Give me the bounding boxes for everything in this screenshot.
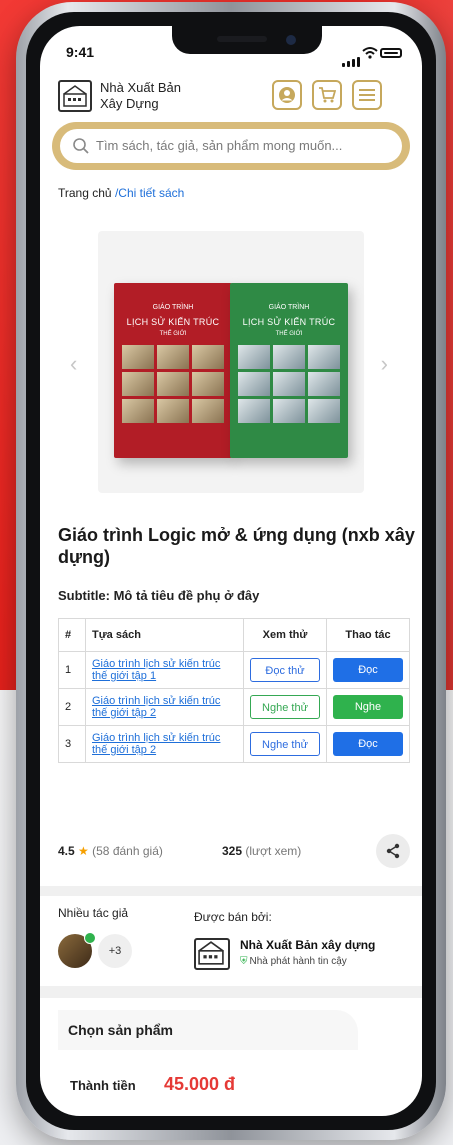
book-green-photos bbox=[238, 345, 340, 423]
more-authors-button[interactable]: +3 bbox=[98, 934, 132, 968]
app-header: Nhà Xuất Bản Xây Dựng bbox=[40, 74, 422, 118]
book-link[interactable]: Giáo trình lịch sử kiến trúc thế giới tậ… bbox=[92, 732, 220, 756]
chevron-right-icon[interactable]: › bbox=[381, 351, 388, 377]
shield-check-icon: ⛨ bbox=[240, 956, 248, 967]
verified-check-icon bbox=[84, 932, 96, 944]
status-bar: 9:41 bbox=[66, 44, 402, 67]
table-header-row: # Tựa sách Xem thử Thao tác bbox=[58, 618, 410, 652]
wifi-icon bbox=[362, 47, 378, 59]
section-divider bbox=[40, 886, 422, 896]
review-count[interactable]: (58 đánh giá) bbox=[92, 844, 163, 858]
phone-bezel: 9:41 Nhà Xuất Bản Xây Dựng Tìm sách, tác… bbox=[26, 12, 436, 1130]
listen-button[interactable]: Nghe bbox=[333, 695, 403, 719]
brand-line-1: Nhà Xuất Bản bbox=[100, 80, 181, 95]
book-cover-red[interactable]: GIÁO TRÌNH LỊCH SỬ KIẾN TRÚC THẾ GIỚI bbox=[114, 283, 232, 458]
table-row: 3 Giáo trình lịch sử kiến trúc thế giới … bbox=[58, 725, 410, 763]
battery-icon bbox=[380, 48, 402, 58]
rating-value: 4.5 bbox=[58, 844, 75, 858]
status-time: 9:41 bbox=[66, 44, 95, 60]
book-green-line-2: LỊCH SỬ KIẾN TRÚC bbox=[242, 317, 336, 327]
menu-button[interactable] bbox=[352, 80, 382, 110]
book-green-line-1: GIÁO TRÌNH bbox=[268, 304, 310, 311]
cart-icon bbox=[319, 87, 336, 103]
seller-logo-icon[interactable] bbox=[194, 938, 230, 970]
phone-screen: 9:41 Nhà Xuất Bản Xây Dựng Tìm sách, tác… bbox=[40, 26, 422, 1116]
view-count: 325 bbox=[222, 844, 243, 858]
search-icon bbox=[73, 138, 89, 154]
section-divider bbox=[40, 986, 422, 998]
row-num: 3 bbox=[58, 725, 86, 763]
product-subtitle: Subtitle: Mô tả tiêu đề phụ ở đây bbox=[58, 588, 260, 603]
menu-icon bbox=[359, 89, 375, 101]
search-placeholder: Tìm sách, tác giả, sản phẩm mong muốn... bbox=[96, 138, 343, 153]
brand-line-2: Xây Dựng bbox=[100, 96, 159, 111]
row-num: 1 bbox=[58, 651, 86, 689]
book-cover-green[interactable]: GIÁO TRÌNH LỊCH SỬ KIẾN TRÚC THẾ GIỚI bbox=[230, 283, 348, 458]
search-input[interactable]: Tìm sách, tác giả, sản phẩm mong muốn... bbox=[60, 129, 402, 163]
trusted-badge-label: Nhà phát hành tin cậy bbox=[249, 956, 347, 967]
read-preview-button[interactable]: Đọc thử bbox=[250, 658, 320, 682]
book-red-line-3: THẾ GIỚI bbox=[159, 331, 187, 337]
speaker-grille bbox=[217, 36, 267, 42]
table-header-preview: Xem thử bbox=[243, 618, 327, 652]
seller-label: Được bán bởi: bbox=[194, 910, 272, 924]
read-button[interactable]: Đọc bbox=[333, 732, 403, 756]
cart-button[interactable] bbox=[312, 80, 342, 110]
book-volumes-table: # Tựa sách Xem thử Thao tác 1 Giáo trình… bbox=[58, 618, 410, 763]
book-link[interactable]: Giáo trình lịch sử kiến trúc thế giới tậ… bbox=[92, 695, 220, 719]
share-icon bbox=[386, 843, 400, 859]
table-header-num: # bbox=[58, 618, 86, 652]
breadcrumb-home[interactable]: Trang chủ bbox=[58, 186, 112, 200]
view-label: (lượt xem) bbox=[245, 844, 302, 858]
chevron-left-icon[interactable]: ‹ bbox=[70, 351, 77, 377]
trusted-badge: ⛨ Nhà phát hành tin cậy bbox=[240, 956, 347, 967]
seller-name[interactable]: Nhà Xuất Bản xây dựng bbox=[240, 938, 375, 952]
authors-label: Nhiều tác giả bbox=[58, 906, 129, 920]
row-num: 2 bbox=[58, 688, 86, 726]
signal-icon bbox=[342, 49, 362, 67]
rating-summary: 4.5 ★ (58 đánh giá) bbox=[58, 844, 163, 858]
share-button[interactable] bbox=[376, 834, 410, 868]
book-red-line-2: LỊCH SỬ KIẾN TRÚC bbox=[126, 317, 220, 327]
book-link[interactable]: Giáo trình lịch sử kiến trúc thế giới tậ… bbox=[92, 658, 220, 682]
book-red-photos bbox=[122, 345, 224, 423]
book-green-line-3: THẾ GIỚI bbox=[275, 331, 303, 337]
brand-name[interactable]: Nhà Xuất Bản Xây Dựng bbox=[100, 80, 181, 112]
search-bar: Tìm sách, tác giả, sản phẩm mong muốn... bbox=[52, 122, 410, 170]
choose-product-label: Chọn sản phẩm bbox=[68, 1022, 174, 1038]
breadcrumb: Trang chủ /Chi tiết sách bbox=[58, 186, 184, 200]
total-label: Thành tiền bbox=[70, 1078, 136, 1093]
status-icons bbox=[342, 46, 402, 67]
account-button[interactable] bbox=[272, 80, 302, 110]
view-summary: 325 (lượt xem) bbox=[222, 844, 301, 858]
total-price: 45.000 đ bbox=[164, 1074, 236, 1094]
product-gallery: ‹ › GIÁO TRÌNH LỊCH SỬ KIẾN TRÚC THẾ GIỚ… bbox=[40, 221, 422, 506]
table-row: 1 Giáo trình lịch sử kiến trúc thế giới … bbox=[58, 651, 410, 689]
table-row: 2 Giáo trình lịch sử kiến trúc thế giới … bbox=[58, 688, 410, 726]
choose-product-section[interactable]: Chọn sản phẩm bbox=[58, 1010, 358, 1050]
read-button[interactable]: Đọc bbox=[333, 658, 403, 682]
listen-preview-button[interactable]: Nghe thử bbox=[250, 695, 320, 719]
table-header-title: Tựa sách bbox=[85, 618, 244, 652]
breadcrumb-current[interactable]: Chi tiết sách bbox=[118, 186, 184, 200]
listen-preview-button[interactable]: Nghe thử bbox=[250, 732, 320, 756]
publisher-logo-icon[interactable] bbox=[58, 80, 92, 112]
phone-frame: 9:41 Nhà Xuất Bản Xây Dựng Tìm sách, tác… bbox=[16, 2, 446, 1140]
product-title: Giáo trình Logic mở & ứng dụng (nxb xây … bbox=[58, 525, 415, 567]
star-icon: ★ bbox=[78, 844, 89, 858]
user-icon bbox=[279, 87, 295, 103]
book-red-line-1: GIÁO TRÌNH bbox=[152, 304, 194, 311]
table-header-action: Thao tác bbox=[326, 618, 410, 652]
